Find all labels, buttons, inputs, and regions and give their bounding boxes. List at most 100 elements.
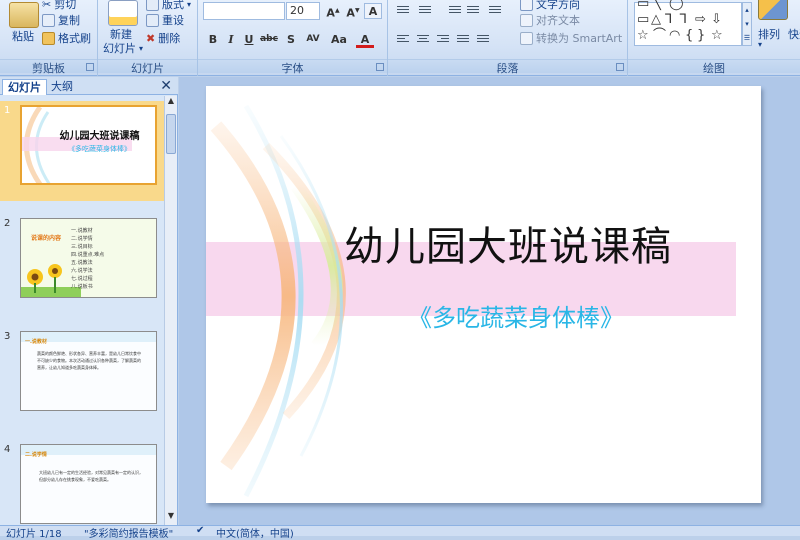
slide-number: 1: [4, 105, 11, 116]
thumb-agenda: 一.说教材 二.说学情 三.说目标 四.说重点.难点 五.说教法 六.说学法 七…: [71, 227, 156, 291]
arc-shape-icon[interactable]: ◠: [669, 29, 680, 42]
slide-preview[interactable]: 一.说教材 蔬菜的颜色鲜艳、形状各异、营养丰富，是幼儿日常饮食中不可缺少的食物。…: [20, 331, 157, 411]
clipboard-label: 剪贴板: [0, 59, 97, 75]
oval-shape-icon[interactable]: ◯: [669, 0, 684, 10]
tab-slides[interactable]: 幻灯片: [2, 79, 47, 95]
slide-canvas[interactable]: 幼儿园大班说课稿 《多吃蔬菜身体棒》: [206, 86, 761, 503]
align-text-button[interactable]: 对齐文本: [520, 12, 580, 28]
new-slide-icon: [108, 0, 138, 26]
slide-number: 4: [4, 444, 11, 455]
italic-button[interactable]: I: [222, 32, 240, 48]
paragraph-launcher[interactable]: [616, 63, 624, 71]
agenda-item: 七.说过程: [71, 276, 93, 282]
close-icon[interactable]: ✕: [160, 78, 172, 94]
format-painter-button[interactable]: 格式刷: [42, 30, 91, 46]
line-spacing-button[interactable]: [488, 4, 502, 16]
thumb-heading: 说课的内容: [31, 235, 62, 242]
font-color-button[interactable]: A: [356, 32, 374, 48]
cut-button[interactable]: ✂ 剪切: [42, 0, 76, 12]
arrange-dropdown[interactable]: ▾: [758, 40, 762, 49]
justify-button[interactable]: [456, 33, 470, 45]
shrink-font-button[interactable]: A▼: [344, 3, 362, 20]
language-indicator[interactable]: 中文(简体，中国): [216, 525, 294, 540]
smartart-button[interactable]: 转换为 SmartArt: [520, 30, 622, 46]
layout-button[interactable]: 版式 ▾: [146, 0, 191, 12]
smartart-icon: [520, 31, 533, 45]
scroll-thumb[interactable]: [166, 114, 176, 154]
rectangle-shape-icon[interactable]: ▭: [637, 0, 649, 10]
ribbon: 粘贴 ✂ 剪切 复制 格式刷 剪贴板 新建 幻灯片 ▾ 版式 ▾ 重设 ✖ 删除 幻灯片…: [0, 0, 800, 76]
star-small-shape-icon[interactable]: ☆: [711, 29, 723, 42]
shadow-button[interactable]: S: [282, 32, 300, 48]
align-right-button[interactable]: [436, 33, 450, 45]
align-left-button[interactable]: [396, 33, 410, 45]
clipboard-launcher[interactable]: [86, 63, 94, 71]
agenda-item: 二.说学情: [71, 236, 93, 242]
spellcheck-icon[interactable]: ✔: [196, 525, 204, 536]
columns-button[interactable]: [476, 33, 490, 45]
slide-title[interactable]: 幼儿园大班说课稿: [338, 214, 678, 272]
slide-preview[interactable]: 说课的内容 一.说教材 二.说学情 三.说目标 四.说重点.难点 五.说教法 六…: [20, 218, 157, 298]
shapes-gallery[interactable]: ▭ ╲ ◯ ▭ △ ⅂ ᒣ ⇨ ⇩ ☆ ⌒ ◠ { } ☆: [634, 0, 742, 46]
brace-left-shape-icon[interactable]: {: [685, 29, 693, 42]
arrow-right-shape-icon[interactable]: ⇨: [695, 13, 706, 26]
delete-button[interactable]: ✖ 删除: [146, 30, 180, 46]
text-direction-button[interactable]: 文字方向: [520, 0, 580, 12]
connector-shape-icon[interactable]: ᒣ: [679, 13, 687, 26]
reset-button[interactable]: 重设: [146, 12, 184, 28]
new-slide-button[interactable]: 幻灯片 ▾: [103, 40, 143, 56]
paragraph-group: 文字方向 对齐文本 转换为 SmartArt 段落: [388, 0, 628, 76]
numbering-button[interactable]: [418, 4, 432, 16]
clear-format-button[interactable]: A: [364, 3, 382, 19]
paragraph-label: 段落: [388, 59, 627, 75]
slide-subtitle[interactable]: 《多吃蔬菜身体棒》: [366, 298, 666, 333]
clipboard-group: 粘贴 ✂ 剪切 复制 格式刷 剪贴板: [0, 0, 98, 76]
tab-outline[interactable]: 大纲: [46, 79, 78, 95]
font-launcher[interactable]: [376, 63, 384, 71]
thumbnail-scrollbar[interactable]: ▲ ▼: [164, 96, 177, 525]
shapes-gallery-scroll[interactable]: ▴ ▾ ☰: [742, 2, 752, 46]
square-shape-icon[interactable]: ▭: [637, 13, 649, 26]
copy-button[interactable]: 复制: [42, 12, 80, 28]
elbow-connector-icon[interactable]: ⅂: [665, 13, 672, 26]
brush-icon: [42, 31, 55, 45]
thumb-subtitle: 《多吃蔬菜身体棒》: [68, 145, 131, 153]
layout-icon: [146, 0, 159, 11]
increase-indent-button[interactable]: [466, 4, 480, 16]
agenda-item: 六.说学法: [71, 268, 93, 274]
brace-right-shape-icon[interactable]: }: [697, 29, 705, 42]
bullets-button[interactable]: [396, 4, 410, 16]
slide-preview[interactable]: 幼儿园大班说课稿 《多吃蔬菜身体棒》: [20, 105, 157, 185]
font-group: 20 A▲ A▼ A B I U abc S AV Aa A 字体: [198, 0, 388, 76]
slide-thumbnail-1[interactable]: 1 幼儿园大班说课稿 《多吃蔬菜身体棒》: [0, 101, 164, 201]
scroll-up-icon[interactable]: ▲: [165, 96, 177, 110]
arrange-icon: [758, 0, 788, 20]
decrease-indent-button[interactable]: [448, 4, 462, 16]
slide-thumbnail-2[interactable]: 2 说课的内容 一.说教材 二.说学情 三.说目标 四.说重点.难点 五.说教法…: [0, 214, 164, 314]
triangle-shape-icon[interactable]: △: [651, 13, 661, 26]
curve-shape-icon[interactable]: ⌒: [653, 29, 666, 42]
slides-pane: 幻灯片 大纲 ✕ 1 幼儿园大班说课稿 《多吃蔬菜身体棒》 2 说课的内容 一.…: [0, 77, 178, 525]
strikethrough-button[interactable]: abc: [258, 32, 280, 48]
underline-button[interactable]: U: [240, 32, 258, 48]
change-case-button[interactable]: Aa: [328, 32, 350, 48]
chevron-down-icon: ▾: [187, 0, 192, 9]
slide-thumbnail-4[interactable]: 4 二.说学情 大班幼儿已有一定的生活经验，对常见蔬菜有一定的认识，但部分幼儿存…: [0, 440, 164, 525]
drawing-label: 绘图: [628, 59, 800, 75]
bold-button[interactable]: B: [204, 32, 222, 48]
line-shape-icon[interactable]: ╲: [653, 0, 661, 10]
quick-styles-button[interactable]: 快速: [788, 26, 800, 42]
theme-name: "多彩简约报告模板": [84, 529, 174, 540]
slide-thumbnail-3[interactable]: 3 一.说教材 蔬菜的颜色鲜艳、形状各异、营养丰富，是幼儿日常饮食中不可缺少的食…: [0, 327, 164, 427]
thumb-body: 蔬菜的颜色鲜艳、形状各异、营养丰富，是幼儿日常饮食中不可缺少的食物。本次活动通过…: [37, 351, 141, 370]
font-name-field[interactable]: [203, 2, 285, 20]
grow-font-button[interactable]: A▲: [324, 3, 342, 20]
paste-button[interactable]: 粘贴: [12, 28, 34, 44]
arrow-down-shape-icon[interactable]: ⇩: [711, 13, 722, 26]
scroll-down-icon[interactable]: ▼: [165, 511, 177, 525]
slide-preview[interactable]: 二.说学情 大班幼儿已有一定的生活经验，对常见蔬菜有一定的认识，但部分幼儿存在挑…: [20, 444, 157, 524]
star-shape-icon[interactable]: ☆: [637, 29, 649, 42]
char-spacing-button[interactable]: AV: [302, 32, 324, 48]
align-center-button[interactable]: [416, 33, 430, 45]
font-size-field[interactable]: 20: [286, 2, 320, 20]
